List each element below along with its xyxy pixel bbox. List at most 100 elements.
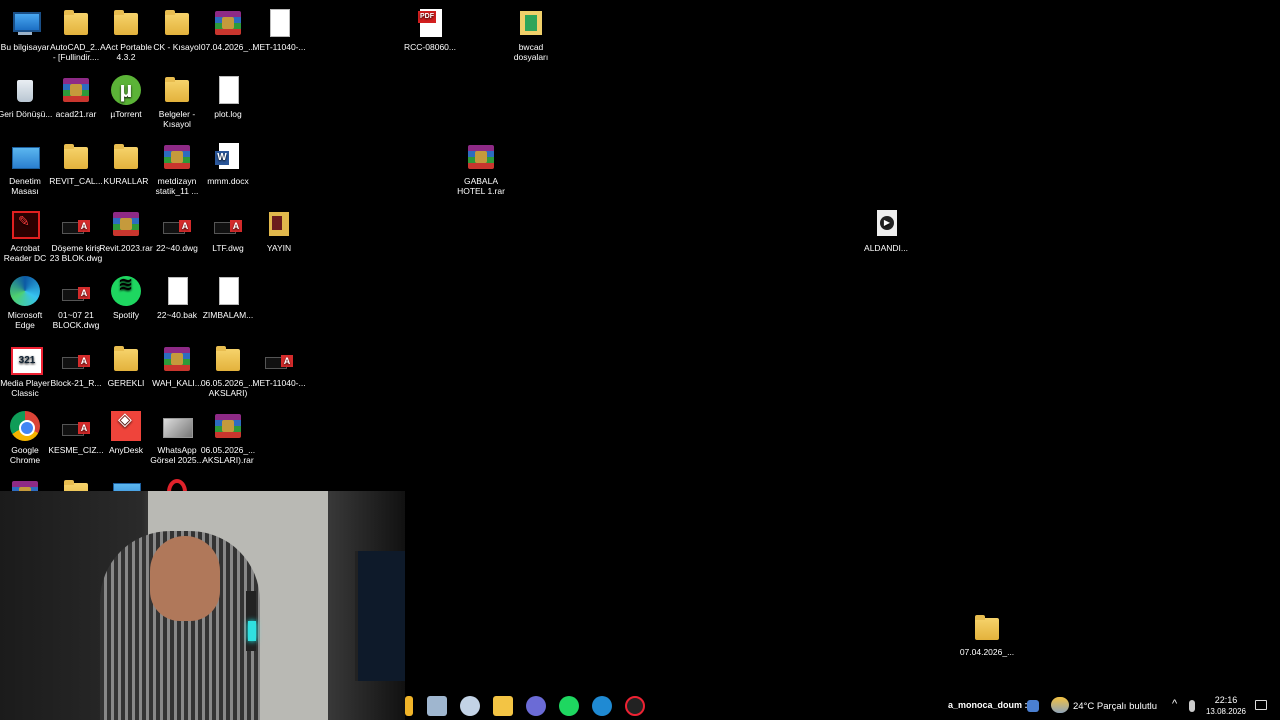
file-icon xyxy=(212,74,244,106)
desktop-icon-acad21[interactable]: acad21.rar xyxy=(48,74,104,119)
winrar-folder-icon xyxy=(161,343,193,375)
desktop-icon-0605-folder[interactable]: 06.05.2026_... AKSLARI) xyxy=(200,343,256,398)
desktop-icon-edge[interactable]: Microsoft Edge xyxy=(0,275,53,330)
taskbar-partial-icon[interactable] xyxy=(405,696,413,716)
weather-text[interactable]: 24°C Parçalı bulutlu xyxy=(1073,701,1157,712)
webcam-overlay xyxy=(0,491,405,720)
dwg-icon xyxy=(60,343,92,375)
desktop-icon-22-40-bak[interactable]: 22~40.bak xyxy=(149,275,205,320)
desktop-icon-this-pc[interactable]: Bu bilgisayar xyxy=(0,7,53,52)
webcam-monitor xyxy=(355,551,405,681)
desktop-icon-utorrent[interactable]: µTorrent xyxy=(98,74,154,119)
image-file-icon xyxy=(161,410,193,442)
dwg-icon xyxy=(60,275,92,307)
control-panel-icon xyxy=(9,141,41,173)
desktop-icon-aact[interactable]: AAct Portable 4.3.2 xyxy=(98,7,154,62)
desktop-icon-kesme[interactable]: KESME_CIZ... xyxy=(48,410,104,455)
desktop-icon-gabala[interactable]: GABALA HOTEL 1.rar xyxy=(453,141,509,196)
folder-icon xyxy=(60,141,92,173)
desktop-icon-acrobat[interactable]: Acrobat Reader DC xyxy=(0,208,53,263)
folder-icon xyxy=(110,343,142,375)
taskbar: a_monoca_doum : 24°C Parçalı bulutlu ^ 2… xyxy=(405,692,1280,720)
desktop-icon-wah-kali[interactable]: WAH_KALI... xyxy=(149,343,205,388)
desktop-icon-revit-cal[interactable]: REVIT_CAL... xyxy=(48,141,104,186)
utorrent-icon xyxy=(110,74,142,106)
desktop-icon-autocad-folder[interactable]: AutoCAD_2... - [Fullindir.... xyxy=(48,7,104,62)
folder-icon xyxy=(971,612,1003,644)
file-icon xyxy=(212,275,244,307)
desktop-icon-bwcad[interactable]: bwcad dosyaları xyxy=(503,7,559,62)
recycle-bin-icon xyxy=(9,74,41,106)
folder-shortcut-icon xyxy=(161,74,193,106)
pdf-icon xyxy=(414,7,446,39)
desktop-icon-block21[interactable]: Block-21_R... xyxy=(48,343,104,388)
dwg-icon xyxy=(60,208,92,240)
spotify-icon xyxy=(110,275,142,307)
desktop-icon-mmm-docx[interactable]: mmm.docx xyxy=(200,141,256,186)
this-pc-icon xyxy=(9,7,41,39)
desktop-icon-aldandi[interactable]: ALDANDI... xyxy=(858,208,914,253)
notification-center-icon[interactable] xyxy=(1255,700,1267,710)
microphone-icon[interactable] xyxy=(1189,700,1195,712)
desktop-icon-spotify[interactable]: Spotify xyxy=(98,275,154,320)
desktop-icon-rcc-pdf[interactable]: RCC-08060... xyxy=(402,7,458,52)
clock-time[interactable]: 22:16 xyxy=(1211,695,1241,705)
desktop-icon-yayin[interactable]: YAYIN xyxy=(251,208,307,253)
calculator-icon[interactable] xyxy=(427,696,447,716)
word-doc-icon xyxy=(212,141,244,173)
chrome-icon xyxy=(9,410,41,442)
desktop-icon-metdizayn[interactable]: metdizayn statik_11 ... xyxy=(149,141,205,196)
desktop-icon-ltf-dwg[interactable]: LTF.dwg xyxy=(200,208,256,253)
desktop-icon-mpc[interactable]: Media Player Classic xyxy=(0,343,53,398)
winrar-icon xyxy=(212,410,244,442)
acrobat-icon xyxy=(9,208,41,240)
winrar-icon xyxy=(161,141,193,173)
dwg-icon xyxy=(161,208,193,240)
desktop-icon-chrome[interactable]: Google Chrome xyxy=(0,410,53,465)
book-folder-icon xyxy=(263,208,295,240)
desktop-icon-22-40-dwg[interactable]: 22~40.dwg xyxy=(149,208,205,253)
desktop-icon-01-07-dwg[interactable]: 01~07 21 BLOCK.dwg xyxy=(48,275,104,330)
desktop-icon-0704-folder[interactable]: 07.04.2026_... xyxy=(959,612,1015,657)
desktop-icon-0605-rar[interactable]: 06.05.2026_... AKSLARI).rar xyxy=(200,410,256,465)
desktop-icon-doseme-dwg[interactable]: Döşeme kiriş 23 BLOK.dwg xyxy=(48,208,104,263)
media-file-icon xyxy=(870,208,902,240)
winrar-icon xyxy=(110,208,142,240)
desktop-icon-anydesk[interactable]: AnyDesk xyxy=(98,410,154,455)
tray-app-icon[interactable] xyxy=(1027,700,1039,712)
obs-icon[interactable] xyxy=(625,696,645,716)
weather-icon[interactable] xyxy=(1051,697,1069,713)
winrar-icon xyxy=(212,7,244,39)
desktop-icon-control-panel[interactable]: Denetim Masası xyxy=(0,141,53,196)
teams-icon[interactable] xyxy=(526,696,546,716)
folder-shortcut-icon xyxy=(161,7,193,39)
desktop-icon-gerekli[interactable]: GEREKLI xyxy=(98,343,154,388)
clock-date[interactable]: 13.08.2026 xyxy=(1204,707,1248,716)
desktop-icon-kurallar[interactable]: KURALLAR xyxy=(98,141,154,186)
media-player-classic-icon xyxy=(9,343,43,375)
winrar-icon xyxy=(60,74,92,106)
bwcad-folder-icon xyxy=(515,7,547,39)
file-explorer-icon[interactable] xyxy=(493,696,513,716)
desktop-icon-plot-log[interactable]: plot.log xyxy=(200,74,256,119)
desktop-icon-rar-0704[interactable]: 07.04.2026_... xyxy=(200,7,256,52)
spotify-taskbar-icon[interactable] xyxy=(559,696,579,716)
webcam-mic-light xyxy=(248,621,256,641)
edge-taskbar-icon[interactable] xyxy=(592,696,612,716)
desktop-icon-revit2023[interactable]: Revit.2023.rar xyxy=(98,208,154,253)
desktop-icon-zimbalam[interactable]: ZIMBALAM... xyxy=(200,275,256,320)
file-icon xyxy=(161,275,193,307)
file-icon xyxy=(263,7,295,39)
tray-overflow-chevron-icon[interactable]: ^ xyxy=(1172,698,1177,710)
desktop-icon-whatsapp-image[interactable]: WhatsApp Görsel 2025... xyxy=(149,410,205,465)
dwg-icon xyxy=(263,343,295,375)
desktop-icon-belgeler[interactable]: Belgeler - Kısayol xyxy=(149,74,205,129)
desktop-icon-met-file[interactable]: MET-11040-... xyxy=(251,7,307,52)
desktop-icon-ck-shortcut[interactable]: CK - Kısayol xyxy=(149,7,205,52)
webcam-person-head xyxy=(150,536,220,621)
anydesk-icon xyxy=(110,410,142,442)
dwg-icon xyxy=(60,410,92,442)
taskbar-app-icon[interactable] xyxy=(460,696,480,716)
desktop-icon-recycle-bin[interactable]: Geri Dönüşü... xyxy=(0,74,53,119)
desktop-icon-met-dwg[interactable]: MET-11040-... xyxy=(251,343,307,388)
